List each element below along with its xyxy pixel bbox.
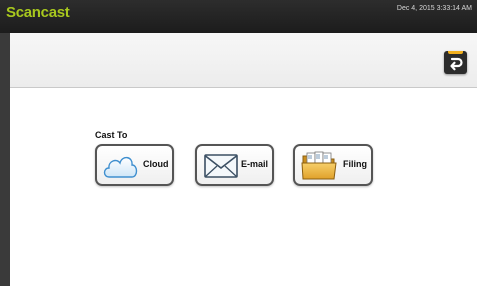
back-button-accent: [448, 51, 463, 54]
filing-button[interactable]: Filing: [293, 144, 373, 186]
cloud-icon: [103, 156, 138, 178]
folder-icon: [301, 151, 337, 180]
datetime-display: Dec 4, 2015 3:33:14 AM: [396, 5, 472, 12]
toolbar: [10, 33, 477, 88]
filing-button-label: Filing: [343, 159, 367, 169]
title-bar: Scancast Dec 4, 2015 3:33:14 AM: [0, 0, 477, 33]
cast-to-label: Cast To: [95, 130, 128, 140]
back-button[interactable]: [444, 51, 467, 74]
main-panel: Cast To Cloud E-mail Filing: [10, 33, 477, 286]
email-button-label: E-mail: [241, 159, 269, 169]
return-arrow-icon: [450, 57, 463, 71]
email-button[interactable]: E-mail: [195, 144, 274, 186]
cloud-button-label: Cloud: [143, 159, 169, 169]
cloud-button[interactable]: Cloud: [95, 144, 174, 186]
envelope-icon: [204, 154, 238, 178]
app-title: Scancast: [6, 4, 70, 21]
